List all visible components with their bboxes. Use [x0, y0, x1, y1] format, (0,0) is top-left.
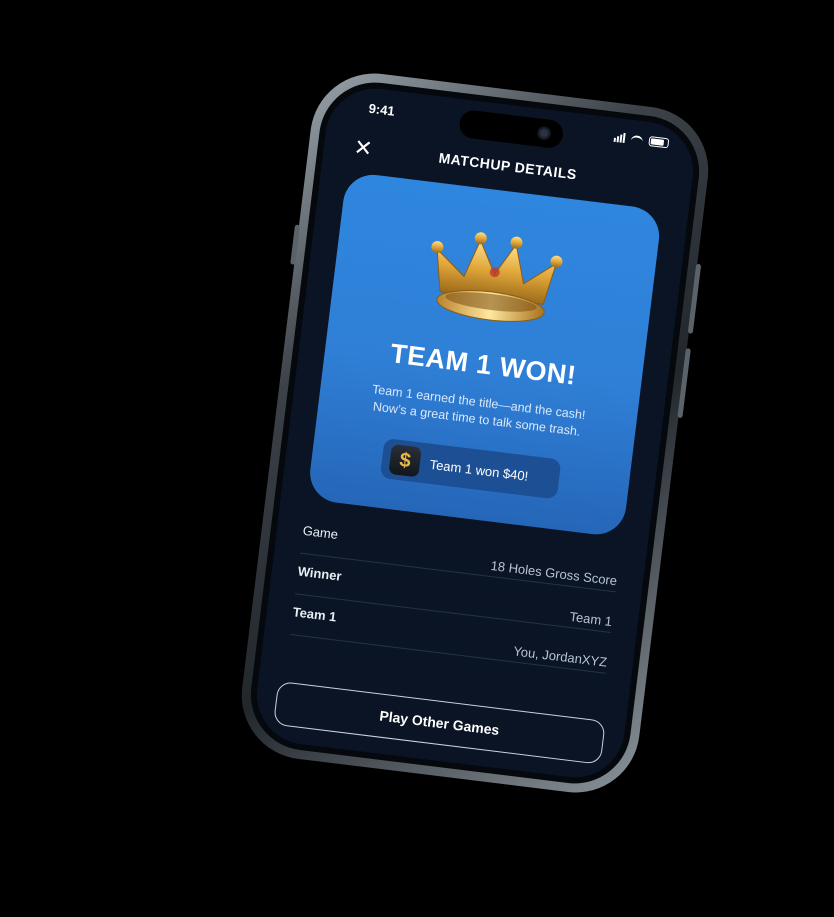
wifi-icon: [630, 134, 644, 145]
winnings-label: Team 1 won $40!: [429, 456, 530, 484]
phone-mockup: 9:41 ✕ MATCHUP DETAILS TEAM 1 WON! Team …: [234, 66, 716, 800]
result-card: TEAM 1 WON! Team 1 earned the title—and …: [306, 171, 663, 538]
matchup-details-list: Game 18 Holes Gross Score Winner Team 1 …: [290, 512, 621, 674]
detail-key: Game: [301, 522, 339, 543]
battery-icon: [648, 136, 670, 149]
status-icons: [613, 132, 670, 149]
dynamic-island: [457, 108, 565, 150]
status-time: 9:41: [367, 100, 396, 119]
detail-key: Team 1: [291, 604, 338, 625]
detail-value: You, JordanXYZ: [512, 643, 608, 670]
signal-icon: [613, 132, 626, 144]
crown-icon: [431, 232, 563, 322]
winnings-badge: $ Team 1 won $40!: [379, 438, 562, 500]
stage: 9:41 ✕ MATCHUP DETAILS TEAM 1 WON! Team …: [0, 0, 834, 917]
detail-key: Winner: [296, 563, 343, 584]
camera-icon: [536, 125, 552, 141]
detail-value: Team 1: [568, 608, 613, 630]
dollar-icon: $: [388, 443, 422, 478]
